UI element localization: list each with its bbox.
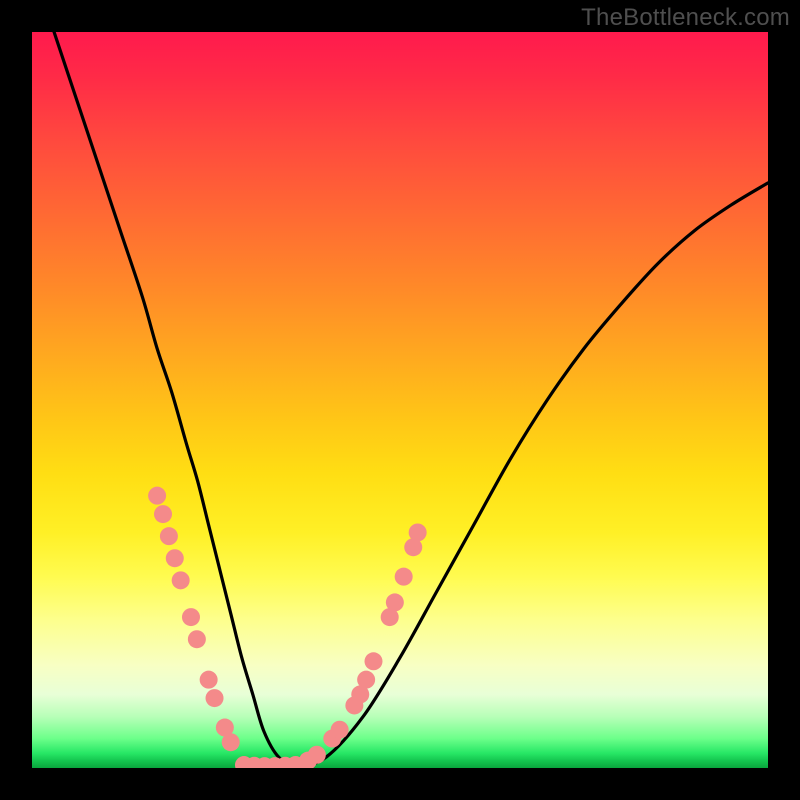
data-point [331, 721, 349, 739]
chart-svg [32, 32, 768, 768]
data-point [409, 523, 427, 541]
data-point [154, 505, 172, 523]
data-point [200, 671, 218, 689]
data-point [182, 608, 200, 626]
data-point [308, 746, 326, 764]
data-point [357, 671, 375, 689]
data-point [206, 689, 224, 707]
data-point [166, 549, 184, 567]
data-point [160, 527, 178, 545]
data-point [188, 630, 206, 648]
plot-area [32, 32, 768, 768]
bottleneck-curve [54, 32, 768, 767]
data-point [222, 733, 240, 751]
data-point [386, 593, 404, 611]
watermark-text: TheBottleneck.com [581, 4, 790, 32]
chart-frame: TheBottleneck.com [0, 0, 800, 800]
data-point [172, 571, 190, 589]
data-point [148, 487, 166, 505]
data-point [365, 652, 383, 670]
data-point [395, 568, 413, 586]
